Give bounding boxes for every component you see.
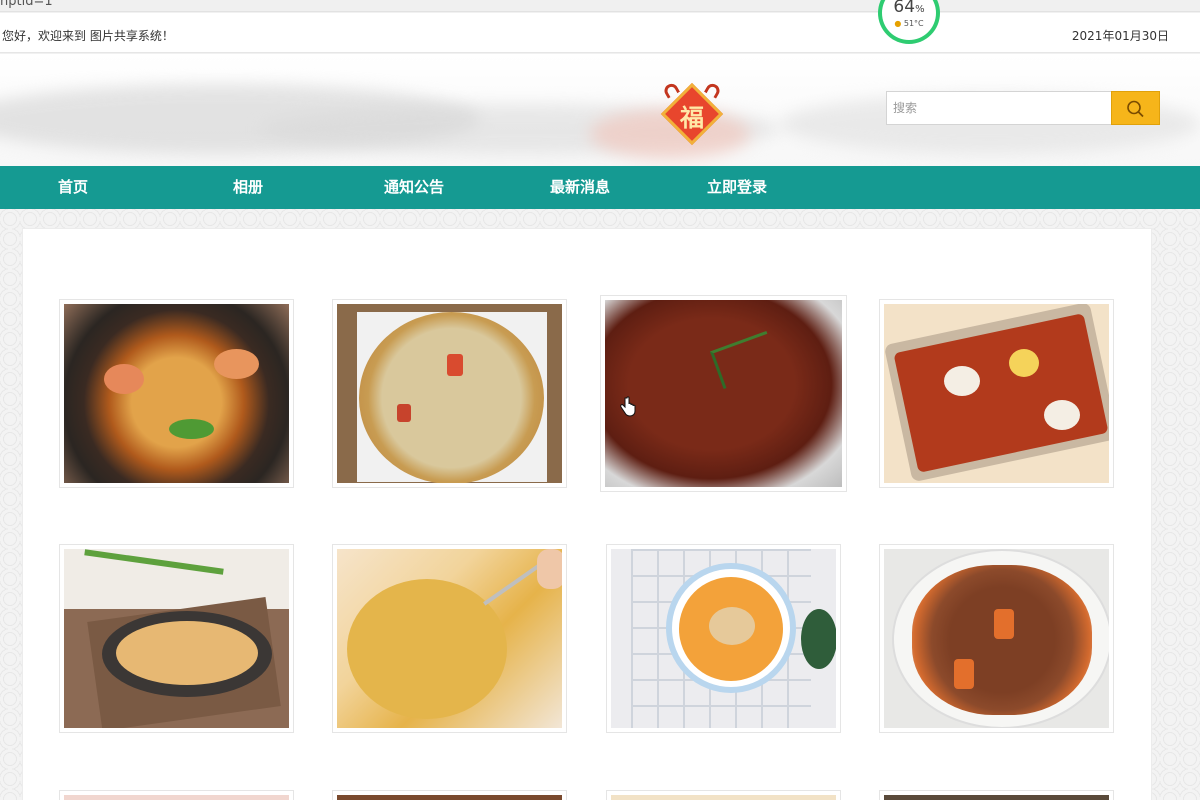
nav-item-notices[interactable]: 通知公告 (384, 166, 444, 209)
flame-icon: ● (894, 19, 902, 28)
nav-item-home[interactable]: 首页 (58, 166, 88, 209)
gauge-percent: 64% (893, 0, 925, 17)
nav-item-news[interactable]: 最新消息 (550, 166, 610, 209)
current-date: 2021年01月30日 (1071, 29, 1169, 43)
gallery-photo-10[interactable] (332, 790, 567, 800)
gallery-photo-9[interactable] (59, 790, 294, 800)
site-header: 福 (0, 54, 1200, 166)
nav-item-albums[interactable]: 相册 (233, 166, 263, 209)
gallery-photo-2[interactable] (332, 299, 567, 488)
gallery-photo-6[interactable] (332, 544, 567, 733)
gallery-photo-7[interactable] (606, 544, 841, 733)
gauge-temperature: ● 51°C (894, 19, 924, 28)
gallery-photo-5[interactable] (59, 544, 294, 733)
search-input[interactable] (886, 91, 1112, 125)
gallery-photo-8[interactable] (879, 544, 1114, 733)
gallery-photo-4[interactable] (879, 299, 1114, 488)
search-box (886, 91, 1160, 125)
hand-cursor-icon (620, 396, 636, 417)
welcome-bar: 您好，欢迎来到 图片共享系统！ 2021年01月30日 (0, 13, 1200, 53)
welcome-text: 您好，欢迎来到 图片共享系统！ (2, 29, 174, 43)
gallery-photo-1[interactable] (59, 299, 294, 488)
gallery-photo-3[interactable] (600, 295, 847, 492)
search-icon (1127, 100, 1144, 118)
nav-item-login[interactable]: 立即登录 (707, 166, 767, 209)
url-text[interactable]: nptid=1 (0, 0, 53, 9)
fu-logo: 福 (660, 81, 724, 146)
search-button[interactable] (1111, 91, 1160, 125)
main-nav: 首页 相册 通知公告 最新消息 立即登录 (0, 166, 1200, 209)
gallery-photo-12[interactable] (879, 790, 1114, 800)
browser-url-strip[interactable]: nptid=1 (0, 0, 1200, 12)
gallery-photo-11[interactable] (606, 790, 841, 800)
